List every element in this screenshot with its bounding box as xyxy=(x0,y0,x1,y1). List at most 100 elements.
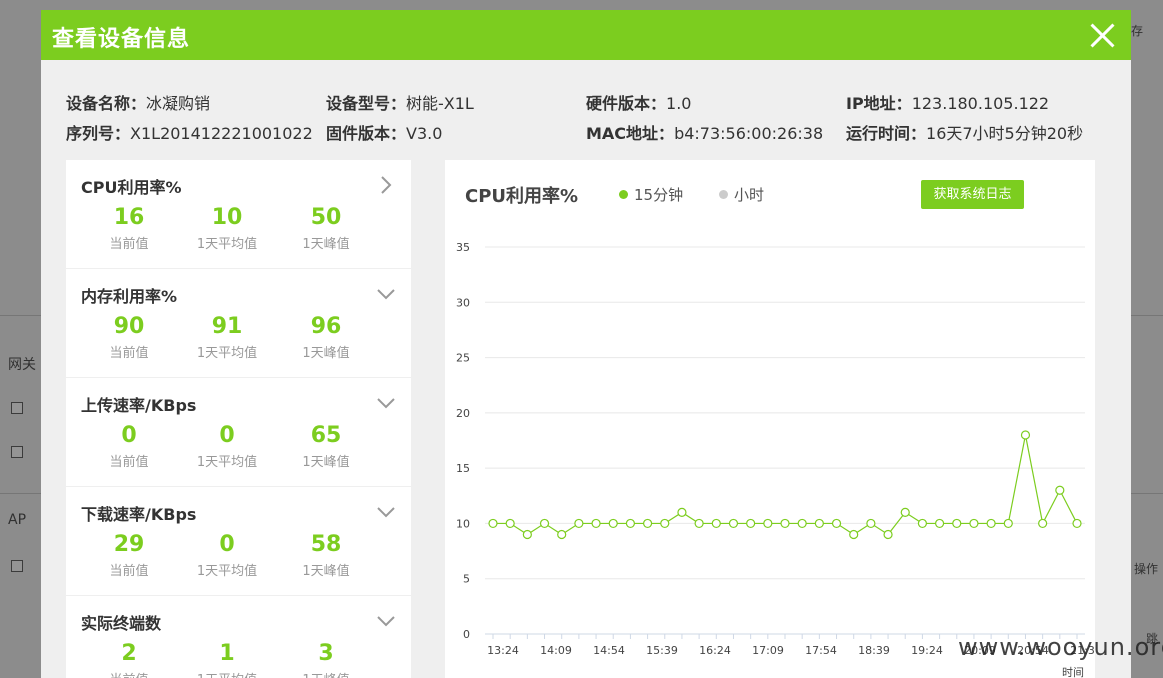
metric-peak-value: 65 xyxy=(310,423,342,448)
data-point xyxy=(1003,518,1013,529)
metric-card-cpu[interactable]: CPU利用率% 16 10 50 当前值 1天平均值 1天峰值 xyxy=(66,160,411,268)
uptime: 运行时间：16天7小时5分钟20秒 xyxy=(846,124,1084,143)
close-icon[interactable] xyxy=(1089,22,1115,48)
chevron-down-icon[interactable] xyxy=(375,610,397,632)
metric-title: 上传速率/KBps xyxy=(81,396,197,415)
data-point xyxy=(625,518,636,529)
data-point xyxy=(677,507,687,517)
chevron-down-icon[interactable] xyxy=(375,283,397,305)
x-tick-label: 16:24 xyxy=(699,644,731,657)
data-point xyxy=(934,518,945,529)
legend-label: 小时 xyxy=(734,186,765,204)
data-point xyxy=(952,518,962,529)
metric-title: 实际终端数 xyxy=(81,614,162,633)
y-tick-label: 25 xyxy=(456,352,470,365)
metric-current-label: 当前值 xyxy=(109,237,149,252)
metric-peak-value: 3 xyxy=(318,641,334,666)
metric-avg-value: 91 xyxy=(211,314,243,339)
data-point xyxy=(728,518,739,529)
data-point xyxy=(1020,430,1031,440)
metric-current-value: 16 xyxy=(113,205,145,230)
hardware-version: 硬件版本：1.0 xyxy=(586,94,692,113)
legend-dot-icon xyxy=(619,190,628,199)
y-tick-label: 0 xyxy=(463,628,470,641)
device-name: 设备名称：冰凝购销 xyxy=(66,94,211,113)
legend-label: 15分钟 xyxy=(634,186,684,204)
get-system-log-button[interactable]: 获取系统日志 xyxy=(921,180,1024,209)
metric-avg-label: 1天平均值 xyxy=(196,346,258,361)
data-point xyxy=(557,529,567,540)
metric-card-memory[interactable]: 内存利用率% 90 91 96 当前值 1天平均值 1天峰值 xyxy=(66,269,411,377)
cpu-line-chart: 0 5 10 15 20 25 30 35 13:24 14:09 14:54 15:39 16:24 1… xyxy=(456,241,1095,678)
ip-address: IP地址：123.180.105.122 xyxy=(846,94,1050,113)
data-point xyxy=(522,529,532,540)
metric-card-terminals[interactable]: 实际终端数 2 1 3 当前值 1天平均值 1天峰值 xyxy=(66,596,411,678)
chevron-down-icon[interactable] xyxy=(375,392,397,414)
data-point xyxy=(642,518,653,529)
y-tick-label: 20 xyxy=(456,407,470,420)
legend-hour[interactable]: 小时 xyxy=(719,184,764,205)
metric-current-value: 2 xyxy=(121,641,137,666)
device-info-modal: 查看设备信息 设备名称：冰凝购销 设备型号：树能-X1L 硬件版本：1.0 IP… xyxy=(41,10,1131,678)
data-point xyxy=(505,518,515,529)
data-point xyxy=(866,518,876,529)
data-point xyxy=(986,518,996,529)
legend-15min[interactable]: 15分钟 xyxy=(619,184,683,205)
device-model: 设备型号：树能-X1L xyxy=(326,94,474,113)
x-tick-label: 14:09 xyxy=(540,644,572,657)
data-point xyxy=(591,518,601,529)
metric-title: 下载速率/KBps xyxy=(81,505,197,524)
data-point xyxy=(814,518,824,529)
data-point xyxy=(969,518,979,529)
data-point xyxy=(917,518,928,529)
legend-dot-icon xyxy=(719,190,728,199)
firmware-version: 固件版本：V3.0 xyxy=(326,124,443,143)
x-tick-label: 18:39 xyxy=(858,644,890,657)
data-point xyxy=(608,518,618,529)
data-point xyxy=(1072,518,1082,529)
chevron-right-icon[interactable] xyxy=(375,174,397,196)
serial-number: 序列号：X1L201412221001022 xyxy=(66,124,313,143)
data-point xyxy=(488,518,498,529)
metric-current-value: 29 xyxy=(113,532,145,557)
x-tick-label: 19:24 xyxy=(911,644,943,657)
data-point xyxy=(883,529,893,540)
data-point xyxy=(849,529,859,540)
metric-current-label: 当前值 xyxy=(109,455,149,470)
x-tick-label: 17:54 xyxy=(805,644,837,657)
data-point xyxy=(574,518,584,529)
metric-avg-label: 1天平均值 xyxy=(196,564,258,579)
metric-peak-label: 1天峰值 xyxy=(302,564,350,579)
x-tick-label: 13:24 xyxy=(487,644,519,657)
data-point xyxy=(660,518,670,529)
chevron-down-icon[interactable] xyxy=(375,501,397,523)
y-tick-label: 10 xyxy=(456,517,470,530)
metric-title: CPU利用率% xyxy=(81,178,182,197)
data-point xyxy=(831,518,842,529)
y-tick-label: 15 xyxy=(456,462,470,475)
metric-avg-value: 0 xyxy=(219,423,235,448)
metric-avg-label: 1天平均值 xyxy=(196,455,258,470)
metric-peak-label: 1天峰值 xyxy=(302,455,350,470)
metric-current-label: 当前值 xyxy=(109,346,149,361)
y-tick-label: 5 xyxy=(463,573,470,586)
data-point xyxy=(763,518,773,529)
metric-avg-value: 0 xyxy=(219,532,235,557)
metric-card-download[interactable]: 下载速率/KBps 29 0 58 当前值 1天平均值 1天峰值 xyxy=(66,487,411,595)
data-point xyxy=(780,518,790,529)
metric-avg-label: 1天平均值 xyxy=(182,669,272,678)
metric-current-value: 0 xyxy=(121,423,137,448)
metric-card-upload[interactable]: 上传速率/KBps 0 0 65 当前值 1天平均值 1天峰值 xyxy=(66,378,411,486)
y-tick-label: 35 xyxy=(456,241,470,254)
metric-title: 内存利用率% xyxy=(81,287,178,306)
metric-current-label: 当前值 xyxy=(84,669,174,678)
metric-current-label: 当前值 xyxy=(109,564,149,579)
metrics-panel: CPU利用率% 16 10 50 当前值 1天平均值 1天峰值 内存利用率% 9… xyxy=(66,160,411,678)
metric-avg-value: 1 xyxy=(219,641,235,666)
metric-peak-label: 1天峰值 xyxy=(302,346,350,361)
data-point xyxy=(539,518,550,529)
data-point xyxy=(1038,518,1048,529)
modal-header: 查看设备信息 xyxy=(41,10,1131,60)
x-tick-label: 17:09 xyxy=(752,644,784,657)
x-tick-label: 14:54 xyxy=(593,644,625,657)
